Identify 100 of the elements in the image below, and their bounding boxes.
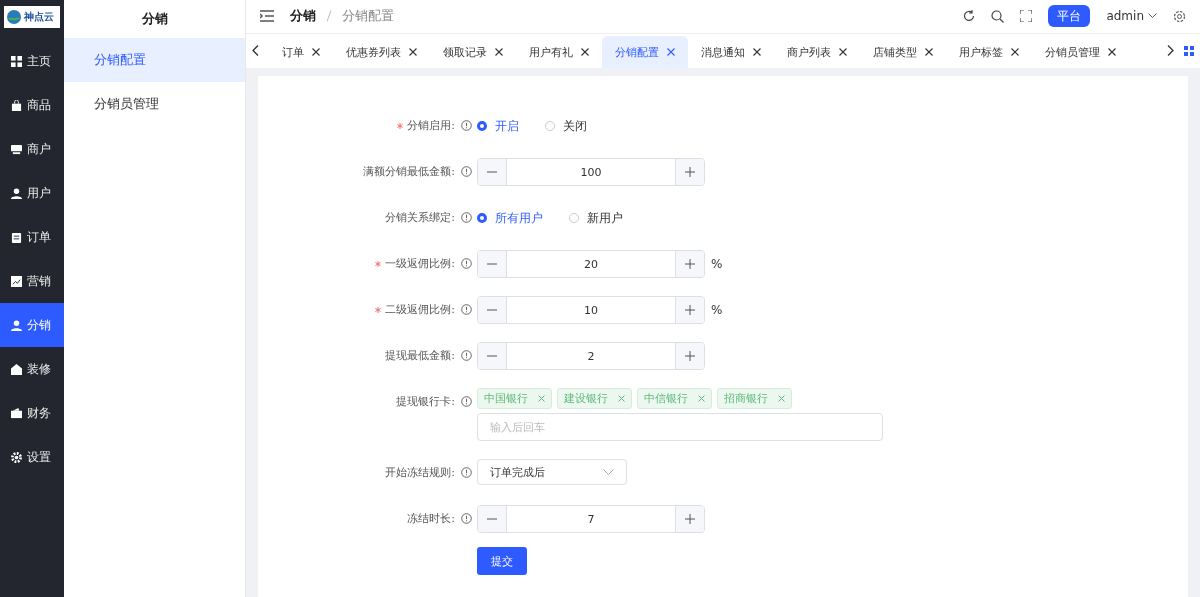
close-icon[interactable]: [1011, 48, 1019, 56]
field-label: 冻结时长:: [407, 512, 455, 525]
breadcrumb-item[interactable]: 分销配置: [342, 7, 394, 26]
number-stepper[interactable]: 2: [477, 342, 705, 370]
minus-button[interactable]: [478, 297, 507, 323]
close-icon[interactable]: [312, 48, 320, 56]
nav-item[interactable]: 商品: [0, 83, 64, 127]
info-icon[interactable]: [461, 212, 472, 223]
info-icon[interactable]: [461, 258, 472, 269]
field-label: 开始冻结规则:: [385, 466, 455, 479]
number-stepper[interactable]: 20: [477, 250, 705, 278]
tab[interactable]: 订单: [269, 36, 333, 68]
logo-globe-icon: [6, 9, 22, 25]
user-menu[interactable]: admin: [1106, 9, 1144, 24]
nav-item[interactable]: 装修: [0, 347, 64, 391]
settings-icon: [11, 451, 22, 463]
bank-tag: 建设银行: [557, 388, 632, 409]
submenu-item[interactable]: 分销员管理: [64, 82, 245, 126]
info-icon[interactable]: [461, 513, 472, 524]
close-icon[interactable]: [495, 48, 503, 56]
info-icon[interactable]: [461, 350, 472, 361]
tab[interactable]: 用户有礼: [516, 36, 602, 68]
minus-button[interactable]: [478, 343, 507, 369]
search-icon[interactable]: [991, 9, 1005, 23]
wallet-icon: [11, 407, 22, 419]
nav-item[interactable]: 订单: [0, 215, 64, 259]
plus-icon: [685, 514, 695, 524]
required-asterisk-icon: [375, 307, 382, 313]
minus-button[interactable]: [478, 251, 507, 277]
bag-icon: [11, 99, 22, 111]
nav-item[interactable]: 分销: [0, 303, 64, 347]
menu-icon[interactable]: [260, 10, 274, 23]
number-stepper[interactable]: 100: [477, 158, 705, 186]
fullscreen-icon[interactable]: [1020, 10, 1033, 23]
breadcrumb-separator-icon: [326, 10, 332, 23]
grid-icon[interactable]: [1184, 45, 1194, 56]
tab[interactable]: 分销员管理: [1032, 36, 1129, 68]
chevron-left-icon[interactable]: [252, 45, 259, 57]
info-icon[interactable]: [461, 166, 472, 177]
minus-button[interactable]: [478, 506, 507, 532]
radio-circle[interactable]: [477, 121, 487, 131]
plus-button[interactable]: [675, 506, 704, 532]
field-label: 提现最低金额:: [385, 349, 455, 362]
tab[interactable]: 消息通知: [688, 36, 774, 68]
plus-button[interactable]: [675, 251, 704, 277]
close-icon[interactable]: [925, 48, 933, 56]
close-icon[interactable]: [581, 48, 589, 56]
info-icon[interactable]: [461, 120, 472, 131]
radio-option[interactable]: 所有用户: [477, 209, 543, 227]
input-field[interactable]: 输入后回车: [477, 413, 883, 441]
close-icon[interactable]: [839, 48, 847, 56]
submit-button[interactable]: 提交: [477, 547, 527, 575]
field-label: 满额分销最低金额:: [363, 165, 455, 178]
close-icon[interactable]: [409, 48, 417, 56]
minus-icon: [487, 309, 497, 311]
field-label: 分销关系绑定:: [385, 211, 455, 224]
radio-option[interactable]: 关闭: [545, 117, 587, 135]
plus-button[interactable]: [675, 343, 704, 369]
radio-option[interactable]: 新用户: [569, 209, 623, 227]
field-label: 分销启用:: [407, 119, 455, 132]
submenu-item[interactable]: 分销配置: [64, 38, 245, 82]
bank-tag: 招商银行: [717, 388, 792, 409]
radio-circle[interactable]: [477, 213, 487, 223]
info-icon[interactable]: [461, 304, 472, 315]
plus-button[interactable]: [675, 297, 704, 323]
nav-item[interactable]: 用户: [0, 171, 64, 215]
required-asterisk-icon: [397, 123, 404, 129]
settings-icon[interactable]: [1173, 9, 1186, 23]
minus-button[interactable]: [478, 159, 507, 185]
tab[interactable]: 用户标签: [946, 36, 1032, 68]
minus-icon: [487, 518, 497, 520]
chevron-down-icon[interactable]: [1148, 13, 1157, 20]
chevron-right-icon[interactable]: [1167, 45, 1174, 57]
tab[interactable]: 优惠券列表: [333, 36, 430, 68]
required-asterisk-icon: [375, 261, 382, 267]
number-stepper[interactable]: 7: [477, 505, 705, 533]
breadcrumb-item[interactable]: 分销: [290, 7, 316, 26]
tab[interactable]: 店铺类型: [860, 36, 946, 68]
plus-button[interactable]: [675, 159, 704, 185]
refresh-icon[interactable]: [963, 10, 976, 23]
nav-item[interactable]: 商户: [0, 127, 64, 171]
chevron-down-icon: [603, 469, 614, 475]
nav-item[interactable]: 财务: [0, 391, 64, 435]
nav-item[interactable]: 设置: [0, 435, 64, 479]
tab[interactable]: 商户列表: [774, 36, 860, 68]
tab[interactable]: 分销配置: [602, 36, 688, 68]
clipboard-icon: [11, 231, 22, 243]
select-field[interactable]: 订单完成后: [477, 459, 627, 485]
close-icon[interactable]: [1108, 48, 1116, 56]
nav-item[interactable]: 主页: [0, 39, 64, 83]
nav-item[interactable]: 营销: [0, 259, 64, 303]
field-label: 一级返佣比例:: [385, 257, 455, 270]
radio-option[interactable]: 开启: [477, 117, 519, 135]
tab[interactable]: 领取记录: [430, 36, 516, 68]
info-icon[interactable]: [461, 396, 472, 407]
close-icon[interactable]: [753, 48, 761, 56]
info-icon[interactable]: [461, 467, 472, 478]
number-stepper[interactable]: 10: [477, 296, 705, 324]
platform-button[interactable]: 平台: [1048, 5, 1091, 28]
minus-icon: [487, 263, 497, 265]
